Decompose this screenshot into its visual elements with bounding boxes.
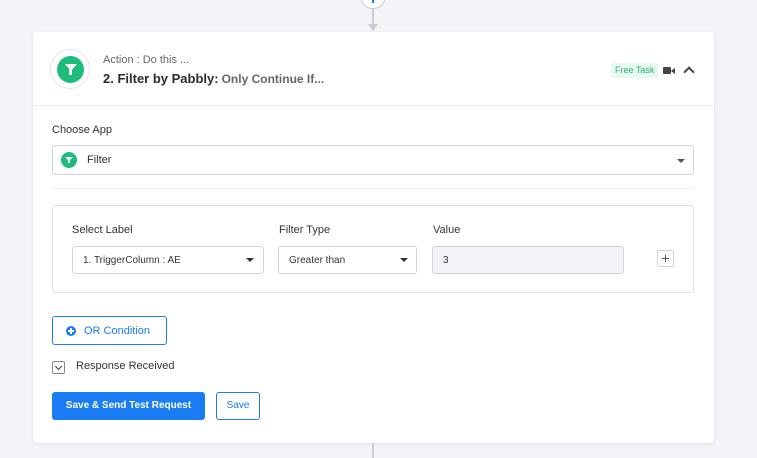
step-title-text: 2. Filter by Pabbly: — [103, 71, 219, 86]
chevron-down-icon — [54, 362, 63, 371]
choose-app-select[interactable]: Filter — [52, 145, 694, 175]
choose-app-value: Filter — [87, 154, 112, 166]
save-send-test-button[interactable]: Save & Send Test Request — [52, 392, 205, 420]
filter-type-value: Greater than — [289, 255, 346, 266]
caret-down-icon — [400, 258, 408, 262]
step-subtitle: Action : Do this ... — [103, 54, 190, 66]
caret-down-icon — [677, 159, 685, 163]
response-received-label: Response Received — [76, 360, 175, 372]
filter-app-icon — [61, 152, 77, 168]
value-input[interactable]: 3 — [432, 246, 624, 274]
divider — [52, 188, 694, 189]
chevron-up-icon[interactable] — [683, 66, 695, 78]
video-icon[interactable] — [663, 66, 675, 75]
caret-down-icon — [246, 258, 254, 262]
select-label-dropdown[interactable]: 1. TriggerColumn : AE — [72, 246, 264, 274]
select-label-header: Select Label — [72, 224, 133, 236]
step-description: Only Continue If... — [221, 72, 325, 86]
value-header: Value — [433, 224, 461, 236]
arrow-down-icon — [368, 24, 378, 31]
plus-circle-icon — [66, 326, 76, 336]
app-logo — [50, 49, 90, 89]
value-input-text: 3 — [443, 255, 449, 266]
or-condition-label: OR Condition — [84, 325, 151, 337]
filter-step-card: Action : Do this ... 2. Filter by Pabbly… — [33, 32, 714, 443]
or-condition-button[interactable]: OR Condition — [52, 316, 167, 345]
filter-type-dropdown[interactable]: Greater than — [278, 246, 417, 274]
add-step-icon[interactable] — [361, 0, 385, 9]
free-task-badge: Free Task — [611, 63, 659, 78]
response-received-toggle[interactable] — [52, 361, 65, 374]
add-condition-icon[interactable] — [657, 250, 674, 267]
save-button[interactable]: Save — [216, 392, 260, 420]
connector-line-bottom — [372, 443, 374, 458]
filter-condition-box: Select Label Filter Type Value 1. Trigge… — [52, 205, 694, 293]
select-label-value: 1. TriggerColumn : AE — [83, 255, 181, 266]
choose-app-label: Choose App — [52, 124, 112, 136]
filter-funnel-icon — [57, 56, 84, 83]
step-header[interactable]: Action : Do this ... 2. Filter by Pabbly… — [33, 32, 714, 106]
step-title: 2. Filter by Pabbly: Only Continue If... — [103, 71, 324, 86]
filter-type-header: Filter Type — [279, 224, 331, 236]
